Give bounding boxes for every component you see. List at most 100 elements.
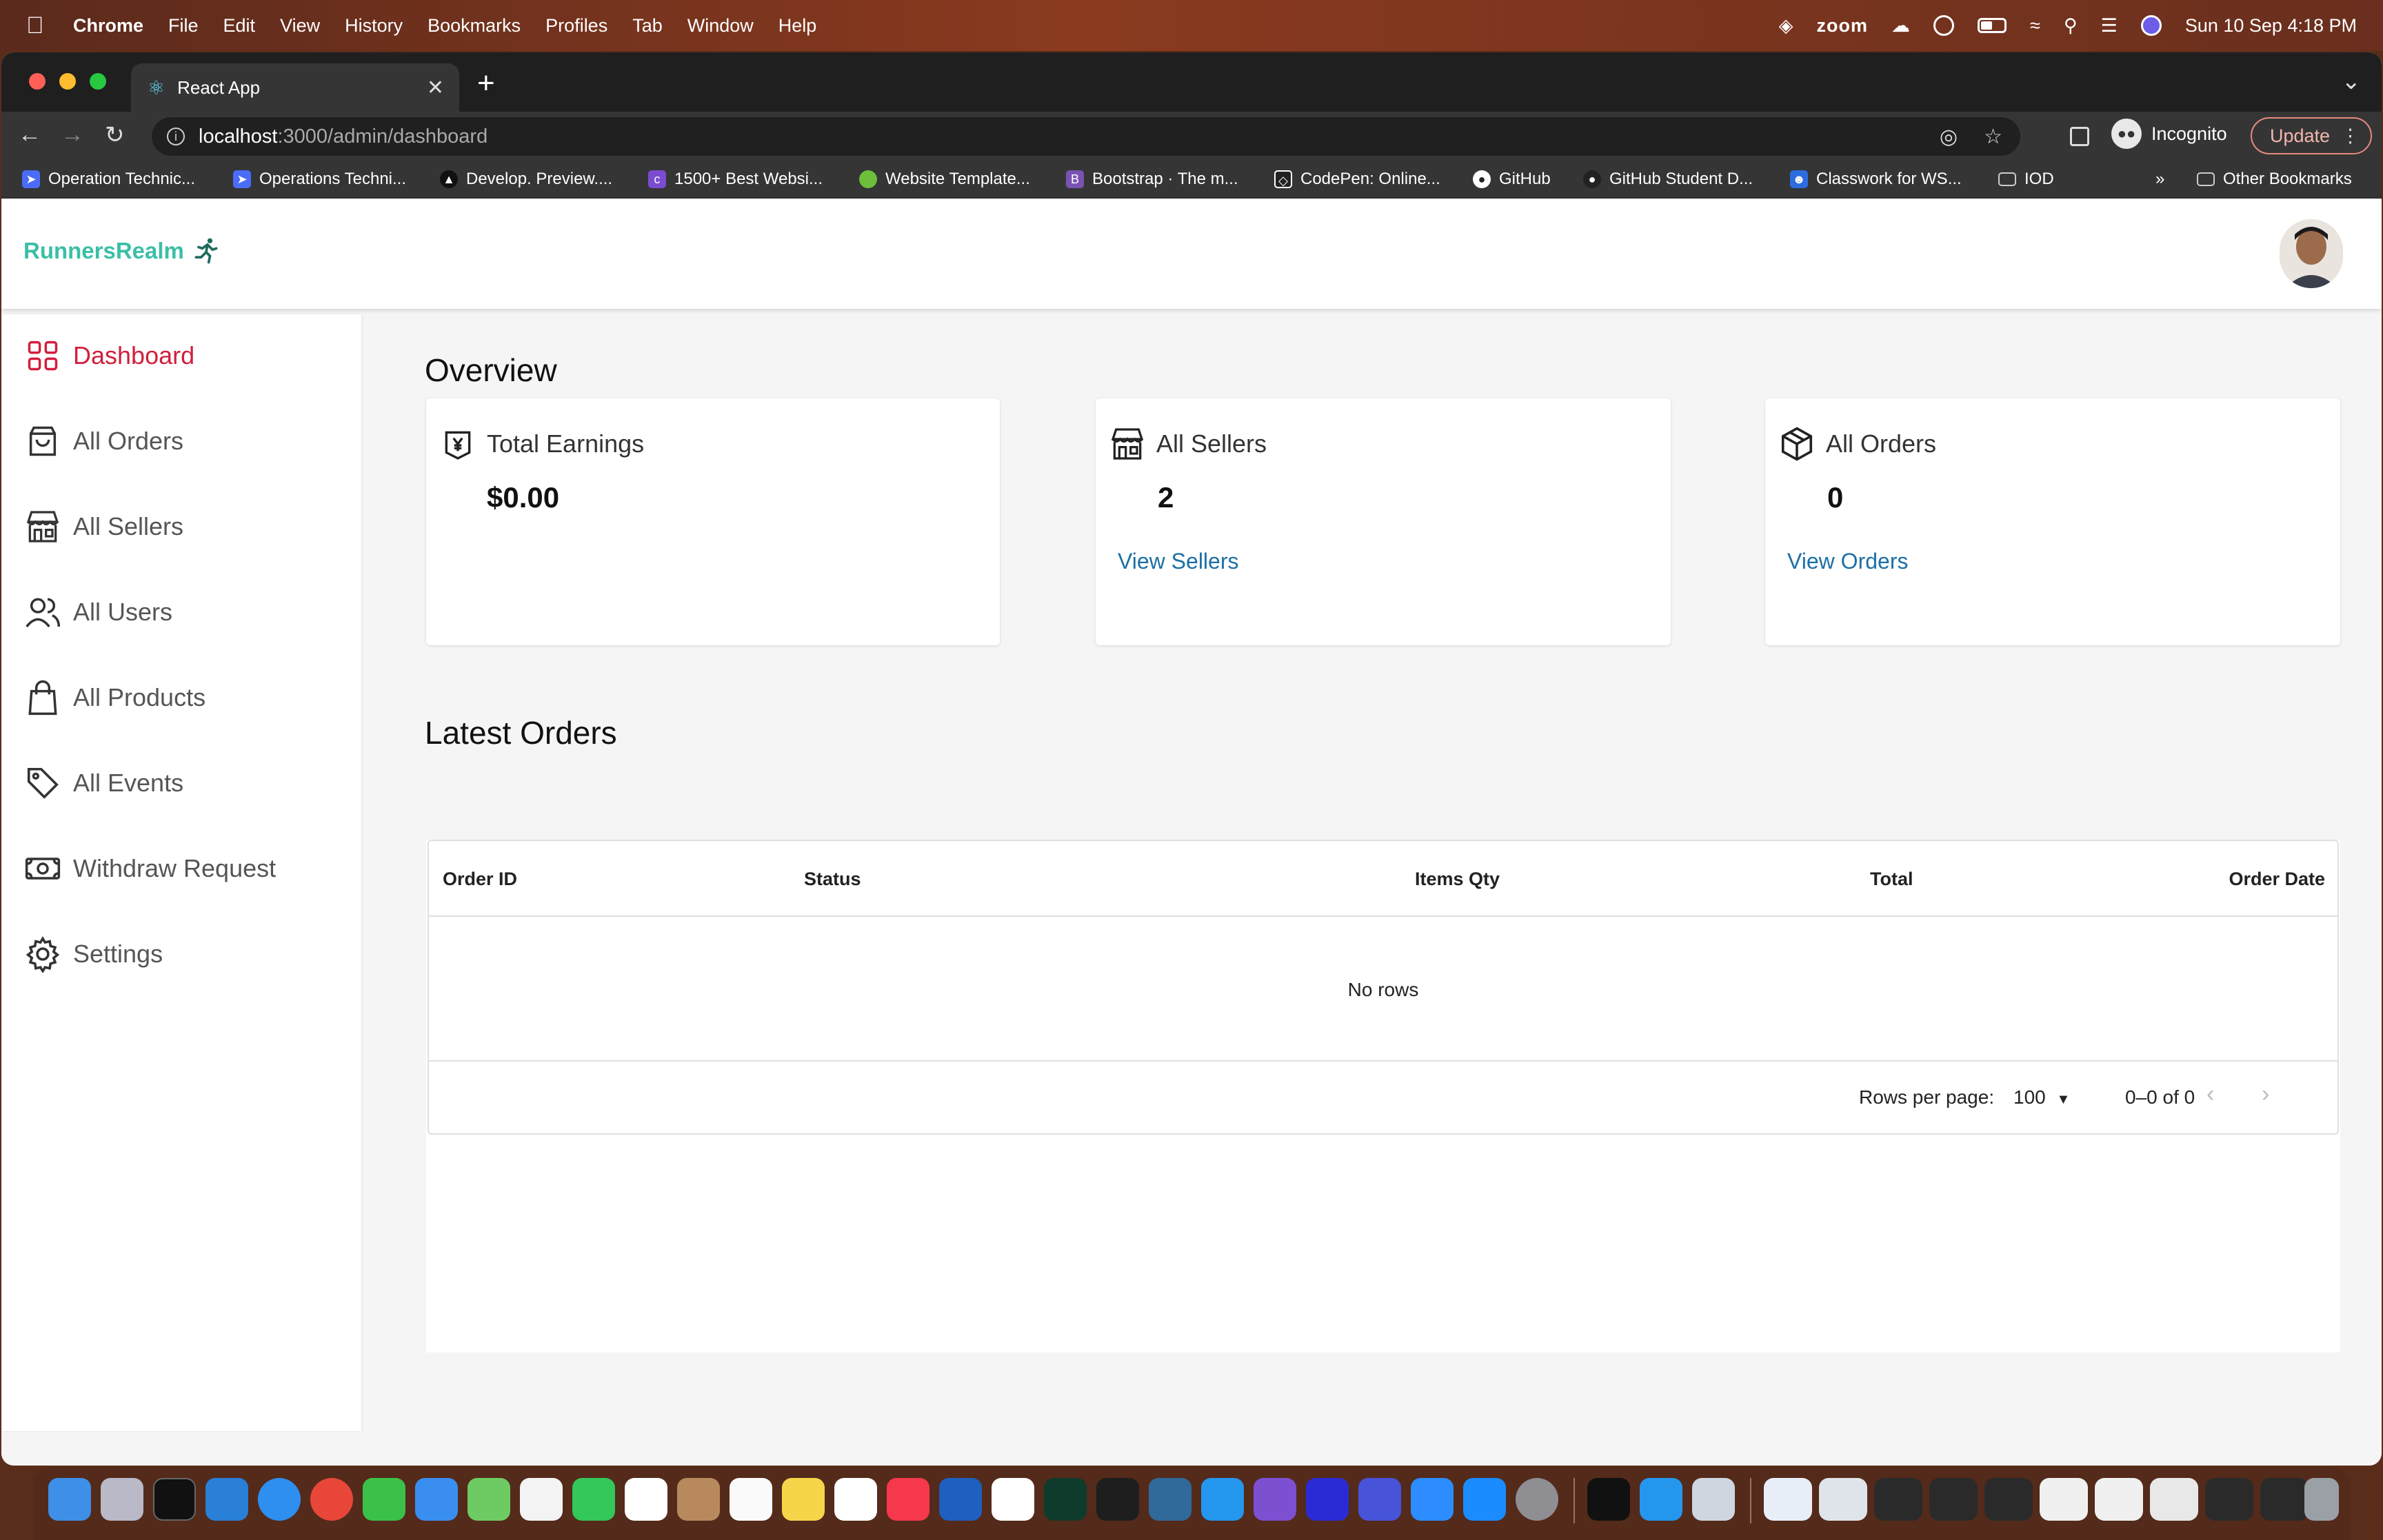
app-store-icon[interactable]	[1463, 1478, 1506, 1521]
minimized-window-icon[interactable]	[1874, 1478, 1922, 1521]
view-sellers-link[interactable]: View Sellers	[1118, 549, 1238, 574]
minimized-window-icon[interactable]	[2095, 1478, 2143, 1521]
sidebar-item-settings[interactable]: Settings	[22, 933, 163, 975]
linear-icon[interactable]	[1358, 1478, 1401, 1521]
facetime-icon[interactable]	[572, 1478, 615, 1521]
menu-profiles[interactable]: Profiles	[545, 15, 607, 37]
docker-icon[interactable]	[1201, 1478, 1244, 1521]
rows-per-page-select[interactable]: 100 ▼	[2013, 1086, 2070, 1108]
bookmark-folder[interactable]: IOD	[1998, 170, 2054, 189]
sidebar-item-all-events[interactable]: All Events	[22, 762, 183, 804]
column-header-items-qty[interactable]: Items Qty	[1415, 869, 1500, 890]
site-info-icon[interactable]: i	[167, 128, 185, 145]
calendar-icon[interactable]	[625, 1478, 667, 1521]
column-header-total[interactable]: Total	[1870, 869, 1913, 890]
bookmark-item[interactable]: Website Template...	[859, 170, 1030, 189]
battery-icon[interactable]	[1978, 18, 2007, 33]
minimized-window-icon[interactable]	[1764, 1478, 1812, 1521]
menu-window[interactable]: Window	[687, 15, 754, 37]
weather-tray-icon[interactable]: ☁	[1891, 15, 1910, 37]
minimized-window-icon[interactable]	[2205, 1478, 2253, 1521]
bookmark-item[interactable]: c 1500+ Best Websi...	[648, 170, 823, 189]
sidebar-item-withdraw-request[interactable]: Withdraw Request	[22, 848, 276, 889]
control-center-icon[interactable]: ☰	[2101, 15, 2118, 37]
menu-view[interactable]: View	[280, 15, 320, 37]
bookmark-item[interactable]: ➤ Operations Techni...	[233, 170, 406, 189]
sidebar-item-dashboard[interactable]: Dashboard	[22, 335, 194, 376]
close-tab-icon[interactable]: ✕	[427, 76, 444, 100]
app-window-icon[interactable]	[1692, 1478, 1735, 1521]
music-icon[interactable]	[887, 1478, 929, 1521]
system-settings-icon[interactable]	[1516, 1478, 1558, 1521]
other-bookmarks-folder[interactable]: Other Bookmarks	[2197, 170, 2352, 189]
figma-tray-icon[interactable]: ◈	[1779, 15, 1793, 37]
next-page-icon[interactable]: ›	[2262, 1081, 2269, 1108]
sidebar-item-all-products[interactable]: All Products	[22, 677, 205, 718]
bookmark-item[interactable]: ● GitHub	[1473, 170, 1551, 189]
column-header-order-id[interactable]: Order ID	[443, 869, 517, 890]
bookmark-item[interactable]: ➤ Operation Technic...	[22, 170, 195, 189]
notes-icon[interactable]	[782, 1478, 825, 1521]
address-bar[interactable]: i localhost :3000/admin/dashboard ◎ ☆	[152, 117, 2020, 156]
menu-edit[interactable]: Edit	[223, 15, 256, 37]
reminders-icon[interactable]	[730, 1478, 772, 1521]
reload-icon[interactable]: ↻	[105, 121, 125, 149]
zoom-app-icon[interactable]	[1411, 1478, 1454, 1521]
forward-arrow-icon[interactable]: →	[61, 121, 84, 148]
incognito-profile[interactable]: ●● Incognito	[2111, 119, 2227, 149]
terminal-icon[interactable]	[153, 1478, 196, 1521]
minimized-window-icon[interactable]	[2040, 1478, 2088, 1521]
minimized-window-icon[interactable]	[1819, 1478, 1867, 1521]
browser-app-icon[interactable]	[1306, 1478, 1349, 1521]
column-header-order-date[interactable]: Order Date	[2229, 869, 2325, 890]
bookmark-item[interactable]: ▲ Develop. Preview....	[440, 170, 612, 189]
spotlight-search-icon[interactable]: ⚲	[2064, 15, 2078, 37]
bookmark-item[interactable]: ● GitHub Student D...	[1583, 170, 1753, 189]
side-panel-icon[interactable]	[2070, 127, 2089, 146]
menu-file[interactable]: File	[168, 15, 199, 37]
browser-tab[interactable]: ⚛ React App ✕	[131, 63, 459, 112]
word-icon[interactable]	[939, 1478, 982, 1521]
maps-icon[interactable]	[467, 1478, 510, 1521]
freeform-icon[interactable]	[834, 1478, 877, 1521]
update-button[interactable]: Update ⋮	[2251, 117, 2372, 154]
new-tab-button[interactable]: +	[477, 66, 495, 101]
more-bookmarks-button[interactable]: »	[2155, 170, 2164, 189]
launchpad-icon[interactable]	[101, 1478, 143, 1521]
sidebar-item-all-users[interactable]: All Users	[22, 591, 172, 633]
bookmark-item[interactable]: ◇ CodePen: Online...	[1274, 170, 1440, 189]
menu-app-name[interactable]: Chrome	[73, 15, 143, 37]
slack-icon[interactable]	[992, 1478, 1034, 1521]
mail-icon[interactable]	[415, 1478, 458, 1521]
mongodb-icon[interactable]	[1044, 1478, 1087, 1521]
figma-icon[interactable]	[1096, 1478, 1139, 1521]
brand-logo[interactable]: RunnersRealm	[23, 236, 221, 266]
minimized-window-icon[interactable]	[1929, 1478, 1978, 1521]
menu-datetime[interactable]: Sun 10 Sep 4:18 PM	[2185, 15, 2357, 37]
minimized-window-icon[interactable]	[2150, 1478, 2198, 1521]
minimized-window-icon[interactable]	[2260, 1478, 2309, 1521]
wifi-icon[interactable]: ≈	[2030, 15, 2040, 37]
siri-icon[interactable]	[2140, 15, 2162, 36]
menu-history[interactable]: History	[345, 15, 403, 37]
chrome-icon[interactable]	[310, 1478, 353, 1521]
zoom-window-button[interactable]	[90, 73, 106, 90]
zoom-tray-label[interactable]: zoom	[1817, 15, 1869, 37]
minimized-window-icon[interactable]	[1984, 1478, 2033, 1521]
tab-search-chevron-icon[interactable]: ⌄	[2342, 68, 2362, 95]
menu-help[interactable]: Help	[778, 15, 817, 37]
vscode-icon[interactable]	[205, 1478, 248, 1521]
previous-page-icon[interactable]: ‹	[2206, 1081, 2214, 1108]
column-header-status[interactable]: Status	[804, 869, 861, 890]
minimize-window-button[interactable]	[59, 73, 76, 90]
menu-bookmarks[interactable]: Bookmarks	[428, 15, 521, 37]
apple-tv-icon[interactable]	[1587, 1478, 1630, 1521]
more-menu-icon[interactable]: ⋮	[2341, 125, 2360, 147]
sidebar-item-all-orders[interactable]: All Orders	[22, 421, 183, 462]
apple-menu-icon[interactable]: 	[26, 12, 54, 39]
tracking-protection-eye-icon[interactable]: ◎	[1940, 125, 1958, 149]
docker-icon[interactable]	[1640, 1478, 1682, 1521]
mysql-workbench-icon[interactable]	[1149, 1478, 1192, 1521]
github-desktop-icon[interactable]	[1254, 1478, 1296, 1521]
bookmark-star-icon[interactable]: ☆	[1984, 125, 2002, 149]
